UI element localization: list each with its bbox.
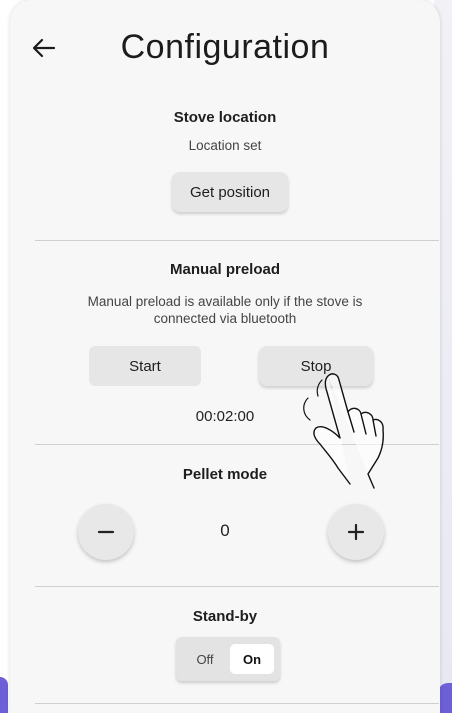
accent-edge-right [438, 683, 452, 713]
divider [35, 586, 439, 587]
page-title: Configuration [120, 28, 330, 66]
manual-preload-note: Manual preload is available only if the … [87, 294, 363, 326]
start-button[interactable]: Start [89, 346, 201, 386]
manual-preload-title: Manual preload [169, 261, 281, 278]
divider [35, 703, 439, 704]
get-position-button[interactable]: Get position [172, 172, 288, 212]
configuration-sheet: Configuration Stove location Location se… [10, 0, 440, 713]
standby-title: Stand-by [192, 608, 258, 625]
standby-toggle[interactable]: Off On [176, 637, 280, 681]
standby-off-option[interactable]: Off [184, 647, 226, 671]
tap-hand-icon [303, 373, 384, 489]
standby-on-option[interactable]: On [230, 644, 274, 674]
location-status: Location set [188, 138, 262, 153]
stove-location-title: Stove location [173, 109, 277, 126]
accent-edge-left [0, 677, 8, 713]
divider [35, 240, 439, 241]
increment-button[interactable] [328, 504, 384, 560]
app-bar: Configuration [10, 0, 440, 92]
plus-icon [347, 523, 365, 541]
